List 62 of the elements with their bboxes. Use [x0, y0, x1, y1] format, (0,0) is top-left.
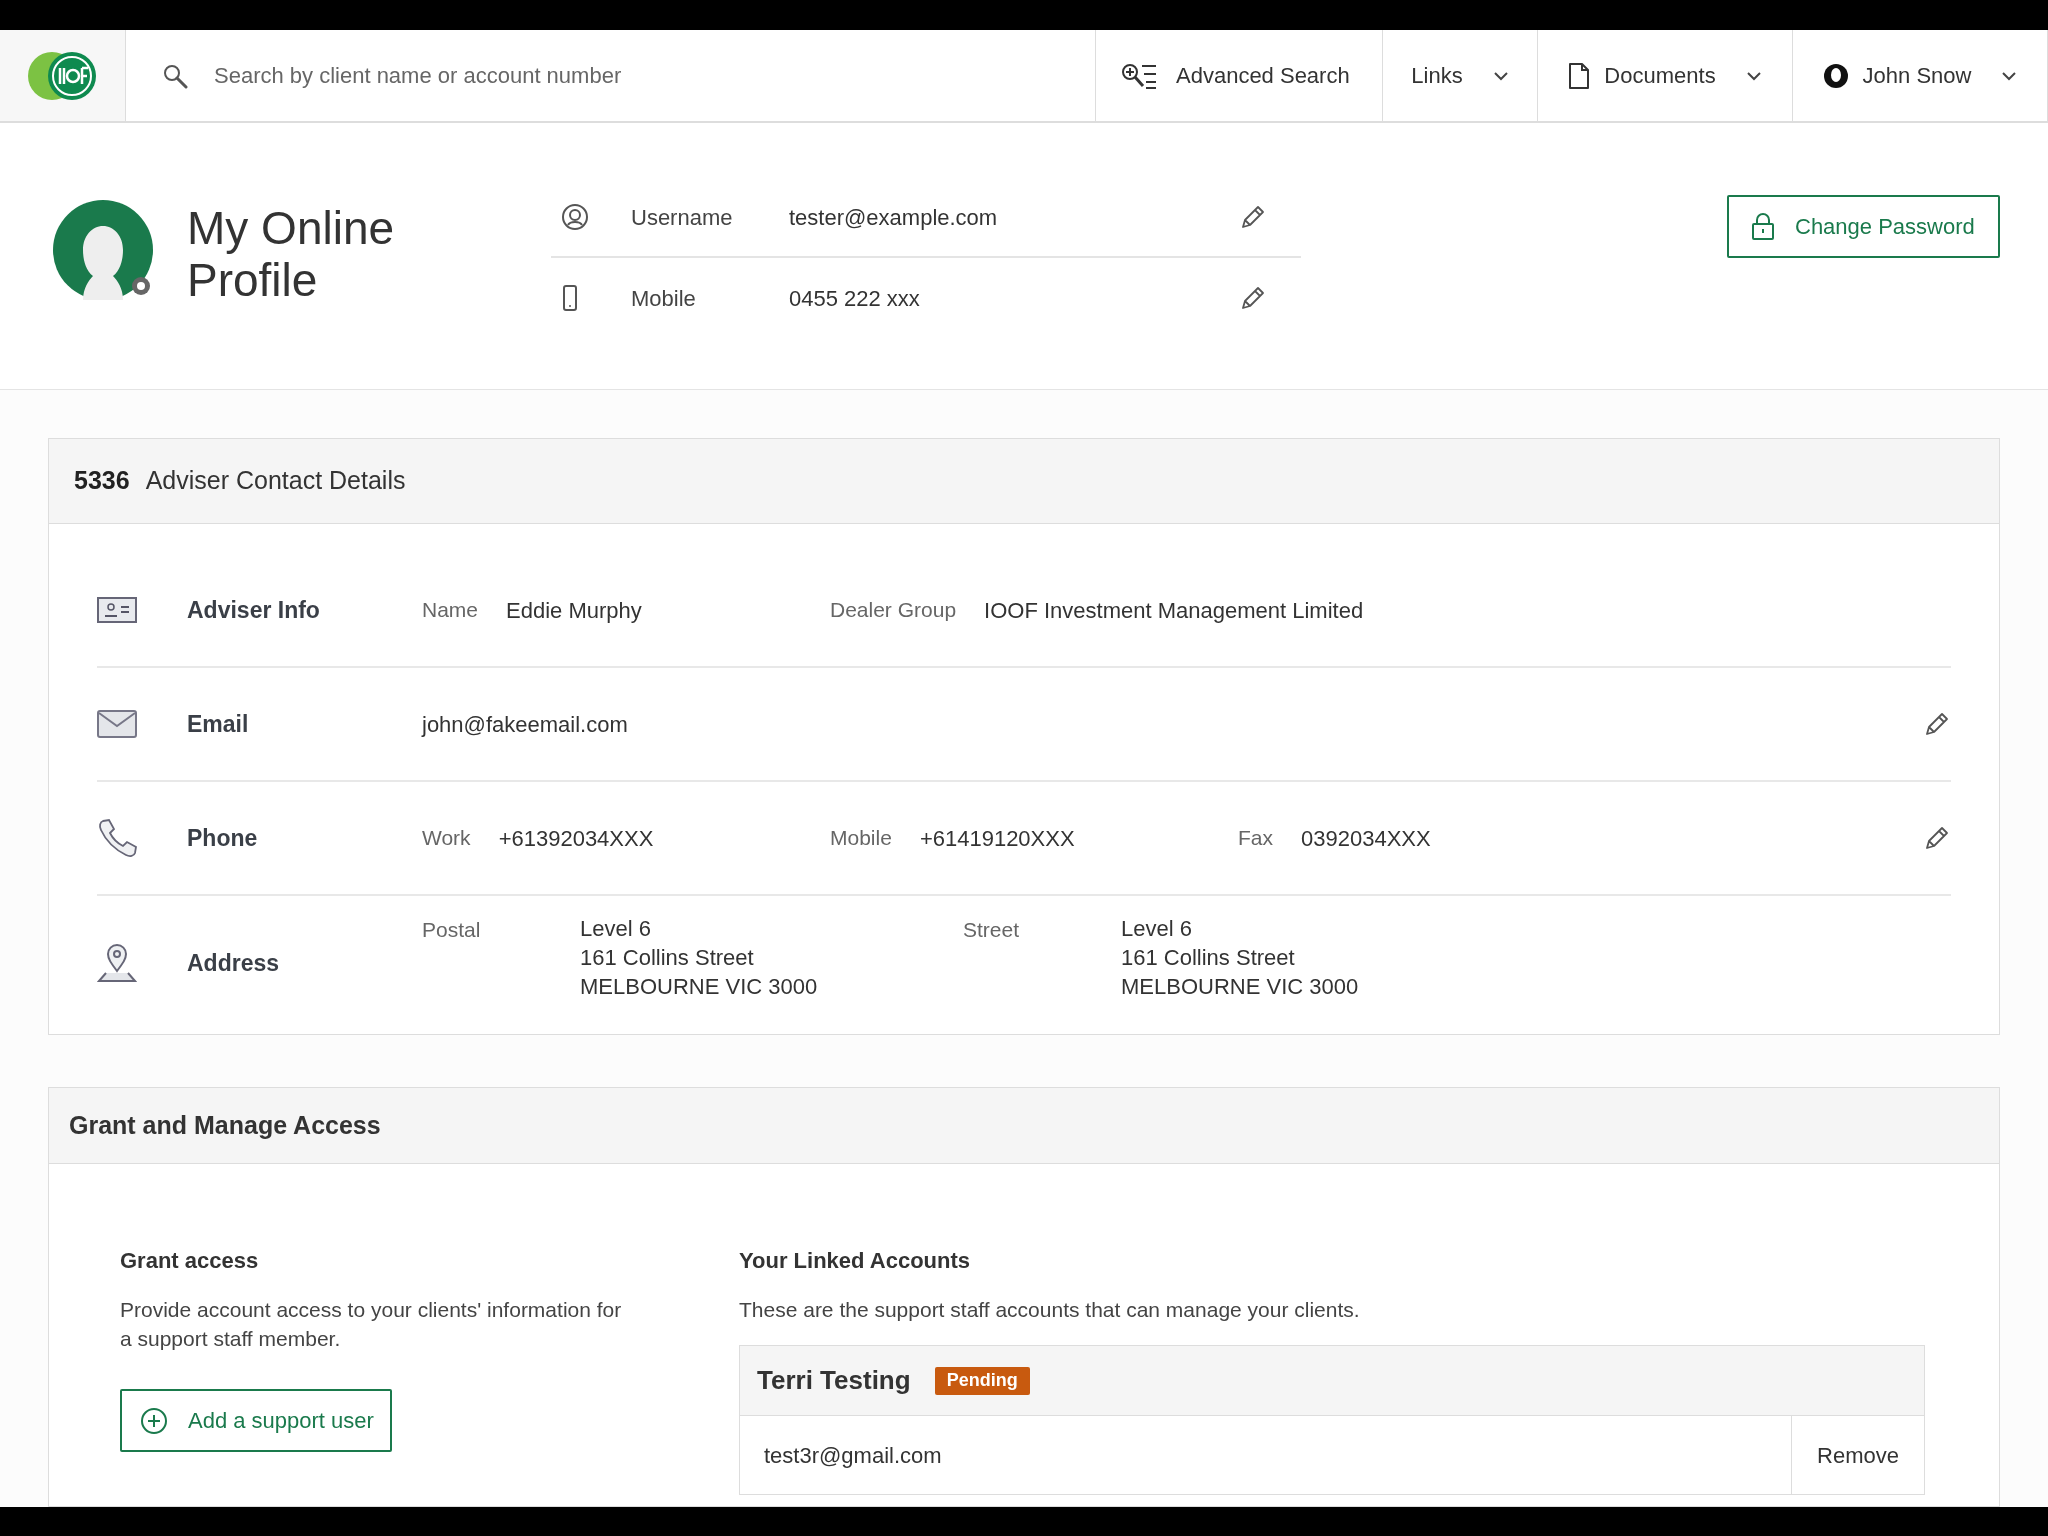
advanced-search-icon	[1120, 61, 1158, 90]
section-title: Grant and Manage Access	[69, 1109, 381, 1141]
document-icon	[1568, 61, 1591, 90]
edit-icon[interactable]	[1239, 203, 1267, 231]
search-icon	[162, 62, 188, 89]
account-name: Terri Testing	[757, 1364, 911, 1397]
email-value: john@fakeemail.com	[422, 710, 628, 739]
edit-icon[interactable]	[1923, 824, 1951, 852]
logo-icon	[27, 49, 98, 102]
field-label: Mobile	[830, 825, 892, 852]
account-email: test3r@gmail.com	[763, 1441, 943, 1470]
documents-menu[interactable]: Documents	[1538, 30, 1793, 121]
field-label: Name	[422, 597, 479, 624]
field-value: IOOF Investment Management Limited	[984, 596, 1364, 625]
field-value: 0392034XXX	[1301, 824, 1431, 853]
description-text: These are the support staff accounts that can manage your clients.	[739, 1297, 1361, 1323]
address-label: Postal	[422, 917, 482, 943]
caret-icon	[1745, 70, 1762, 81]
row-label: Adviser Info	[187, 595, 321, 625]
field-value: 0455 222 xxx	[789, 284, 921, 313]
map-pin-icon	[97, 943, 137, 983]
phone-handset-icon	[97, 818, 137, 858]
mobile-phone-icon	[561, 284, 579, 312]
field-value: +61419120XXX	[919, 824, 1075, 853]
account-number: 5336	[74, 465, 130, 497]
address-value: Level 6 161 Collins Street MELBOURNE VIC 3000	[1121, 915, 1359, 1001]
field-label: Fax	[1238, 825, 1273, 852]
envelope-icon	[97, 710, 137, 738]
description-text: Provide account access to your clients' information for a support staff member.	[120, 1297, 623, 1352]
add-support-user-button[interactable]: Add a support user	[120, 1389, 392, 1452]
column-heading: Your Linked Accounts	[739, 1247, 972, 1275]
user-avatar-icon	[1822, 62, 1849, 89]
caret-icon	[2001, 70, 2018, 81]
row-label: Phone	[187, 823, 259, 853]
section-title: Adviser Contact Details	[145, 465, 406, 497]
field-value: Eddie Murphy	[506, 596, 642, 625]
edit-icon[interactable]	[1923, 710, 1951, 738]
plus-circle-icon	[140, 1406, 168, 1435]
address-label: Street	[963, 917, 1021, 943]
edit-icon[interactable]	[1239, 284, 1267, 312]
row-label: Email	[187, 709, 250, 739]
search-field[interactable]: Search by client name or account number	[214, 59, 1095, 92]
user-menu[interactable]: John Snow	[1793, 30, 2048, 121]
id-card-icon	[97, 597, 137, 623]
status-badge: Pending	[934, 1366, 1030, 1395]
lock-icon	[1751, 212, 1775, 241]
remove-button[interactable]: Remove	[1791, 1416, 1924, 1494]
field-label: Mobile	[631, 284, 697, 313]
field-label: Username	[631, 203, 734, 232]
links-menu[interactable]: Links	[1383, 30, 1538, 121]
column-heading: Grant access	[120, 1247, 260, 1275]
field-label: Work	[422, 825, 471, 852]
address-value: Level 6 161 Collins Street MELBOURNE VIC 3000	[580, 915, 818, 1001]
change-password-button[interactable]: Change Password	[1727, 195, 2000, 258]
caret-icon	[1492, 70, 1509, 81]
field-label: Dealer Group	[830, 597, 957, 624]
field-value: tester@example.com	[789, 203, 999, 232]
field-value: +61392034XXX	[498, 824, 654, 853]
page-title: My Online Profile	[187, 202, 396, 306]
user-circle-icon	[561, 203, 589, 231]
row-label: Address	[187, 948, 281, 978]
advanced-search-button[interactable]: Advanced Search	[1096, 30, 1383, 121]
